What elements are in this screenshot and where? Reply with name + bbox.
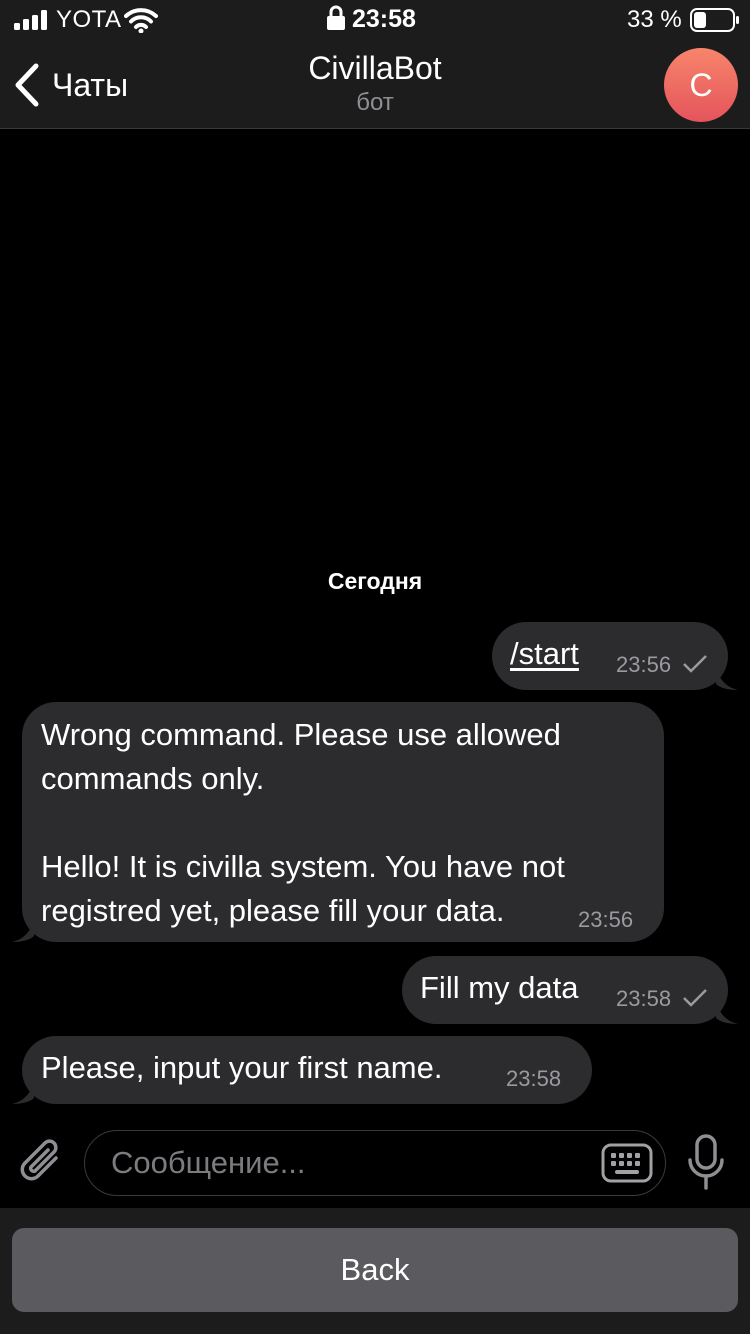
message-time: 23:58 (616, 986, 672, 1011)
composer-bar: Сообщение... (0, 1118, 750, 1208)
message-incoming[interactable]: Please, input your first name. 23:58 (22, 1036, 592, 1104)
date-separator: Сегодня (327, 568, 423, 594)
status-time: 23:58 (352, 5, 416, 33)
bubble-tail (12, 920, 34, 942)
message-incoming[interactable]: Wrong command. Please use allowed comman… (22, 702, 664, 942)
bubble-tail (716, 1002, 738, 1024)
signal-icon (14, 10, 47, 30)
message-placeholder: Сообщение... (111, 1145, 306, 1180)
message-time: 23:58 (506, 1066, 562, 1091)
chat-header: Чаты CivillaBot бот C (0, 40, 750, 129)
battery-percent: 33 % (627, 6, 682, 33)
carrier-label: YOTA (56, 6, 122, 33)
message-text: Please, input your first name. (41, 1050, 443, 1085)
battery-icon (690, 8, 739, 32)
bot-keyboard: Back (0, 1208, 750, 1334)
keyboard-back-button[interactable]: Back (12, 1228, 738, 1312)
chat-title[interactable]: CivillaBot (0, 50, 750, 87)
avatar[interactable]: C (664, 48, 738, 122)
message-time: 23:56 (616, 652, 672, 677)
bubble-tail (716, 668, 738, 690)
message-text[interactable]: /start (510, 632, 579, 676)
chat-subtitle: бот (356, 89, 394, 116)
keyboard-icon[interactable] (601, 1143, 653, 1183)
message-time: 23:56 (578, 907, 634, 932)
message-outgoing[interactable]: /start 23:56 (492, 622, 728, 690)
message-input[interactable]: Сообщение... (84, 1130, 666, 1196)
paperclip-icon[interactable] (18, 1136, 66, 1186)
lock-icon (327, 5, 345, 30)
wifi-icon (124, 8, 158, 33)
status-bar: YOTA 23:58 33 % (0, 0, 750, 40)
message-text: Fill my data (420, 970, 579, 1005)
microphone-icon[interactable] (686, 1134, 726, 1192)
checkmark-icon (683, 989, 707, 1007)
message-outgoing[interactable]: Fill my data 23:58 (402, 956, 728, 1024)
avatar-letter: C (689, 66, 713, 103)
message-text: Wrong command. Please use allowed comman… (41, 717, 565, 928)
bubble-tail (12, 1082, 34, 1104)
checkmark-icon (683, 655, 707, 673)
